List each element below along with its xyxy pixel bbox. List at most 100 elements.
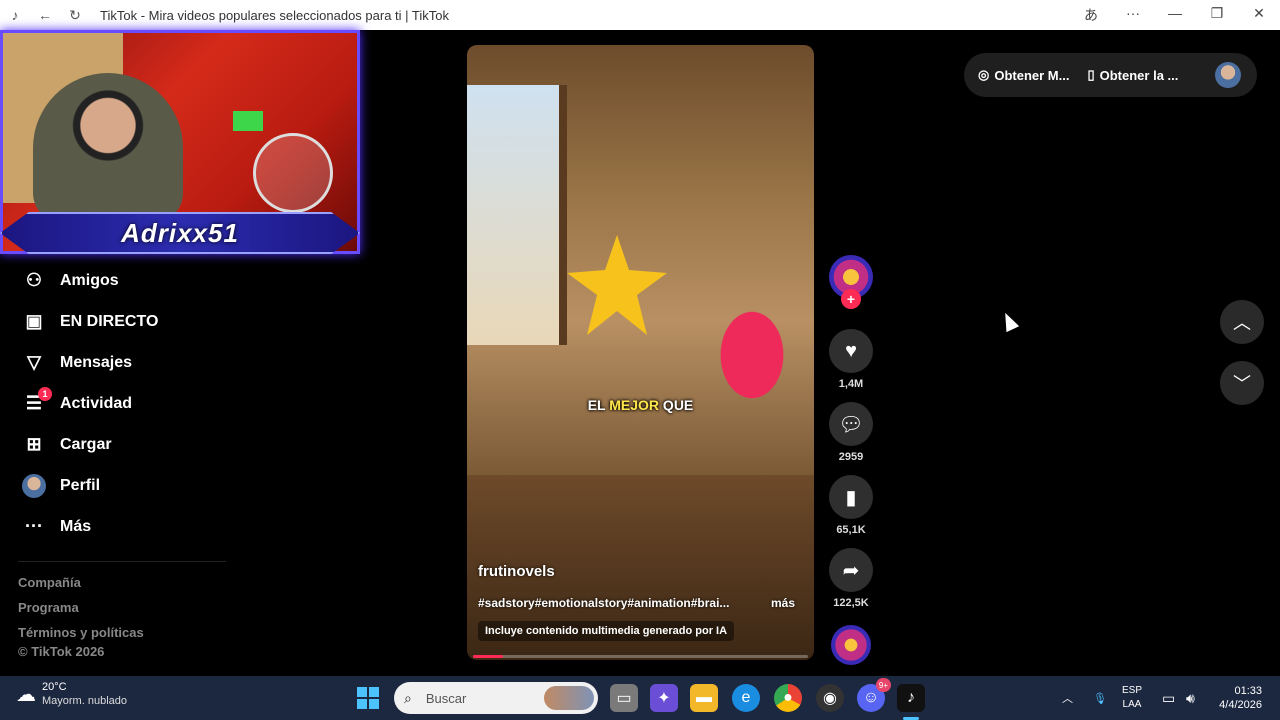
- minimize-button[interactable]: —: [1154, 5, 1196, 25]
- caption-text: EL: [587, 397, 610, 413]
- clock-date: 4/4/2026: [1219, 699, 1262, 711]
- streamer-name-banner: Adrixx51: [0, 212, 360, 254]
- start-button[interactable]: [357, 687, 379, 709]
- footer-link-terms[interactable]: Términos y políticas: [0, 620, 230, 645]
- coin-icon: ◎: [978, 67, 990, 82]
- cloud-icon: ☁: [16, 683, 36, 706]
- get-coins-label: Obtener M...: [994, 67, 1070, 83]
- more-icon: ···: [25, 516, 43, 536]
- edge-icon[interactable]: e: [732, 684, 760, 712]
- sidebar-item-messages[interactable]: ▽ Mensajes: [0, 342, 230, 383]
- comment-button[interactable]: 💬︎: [829, 402, 873, 446]
- search-highlight-image: [544, 686, 594, 710]
- sidebar-item-live[interactable]: ▣ EN DIRECTO: [0, 301, 230, 342]
- video-author[interactable]: frutinovels: [478, 563, 555, 580]
- translate-icon[interactable]: あ: [1070, 5, 1112, 25]
- search-placeholder: Buscar: [425, 690, 467, 706]
- avatar: [22, 473, 46, 498]
- more-button[interactable]: más: [771, 596, 795, 610]
- previous-video-button[interactable]: ︿: [1220, 300, 1264, 344]
- video-player[interactable]: EL MEJOR QUE frutinovels #sadstory#emoti…: [467, 45, 814, 660]
- tiktok-logo-icon: ♪: [11, 7, 19, 23]
- taskbar-clock[interactable]: 01:33 4/4/2026: [1210, 684, 1262, 712]
- get-app-label: Obtener la ...: [1099, 67, 1179, 83]
- caption-text: QUE: [659, 397, 694, 413]
- avatar[interactable]: [1215, 62, 1241, 88]
- footer-link-program[interactable]: Programa: [0, 595, 230, 620]
- sidebar-item-activity[interactable]: ☰ 1 Actividad: [0, 383, 230, 424]
- tray-chevron-icon[interactable]: ︿: [1062, 676, 1073, 720]
- sidebar-item-label: Amigos: [60, 271, 119, 289]
- search-icon: ⌕: [404, 689, 412, 706]
- share-button[interactable]: ➦: [829, 548, 873, 592]
- save-button[interactable]: ▮: [829, 475, 873, 519]
- microphone-icon[interactable]: 🎙︎: [1093, 676, 1107, 720]
- discord-icon[interactable]: ☺ 9+: [857, 678, 891, 712]
- sidebar-item-label: Más: [60, 517, 92, 535]
- sidebar-item-label: Perfil: [60, 476, 101, 494]
- tiktok-app-icon[interactable]: ♪: [897, 684, 925, 712]
- language-indicator[interactable]: ESP LAA: [1122, 684, 1142, 712]
- video-hashtags[interactable]: #sadstory#emotionalstory#animation#brai.…: [478, 596, 768, 610]
- next-video-button[interactable]: ﹀: [1220, 361, 1264, 405]
- sidebar-item-profile[interactable]: Perfil: [0, 465, 230, 506]
- obs-icon[interactable]: ◉: [816, 684, 844, 712]
- taskbar-search[interactable]: ⌕ Buscar: [394, 682, 598, 714]
- windows-taskbar: ☁ 20°C Mayorm. nublado ⌕ Buscar ▭ ✦ ▬ e …: [0, 676, 1280, 720]
- file-explorer-icon[interactable]: ▬: [690, 684, 718, 712]
- friends-icon: ⚇: [25, 270, 43, 290]
- chevron-down-icon: ﹀: [1233, 374, 1251, 394]
- video-progress-bar[interactable]: [473, 655, 808, 658]
- comment-icon: 💬︎: [838, 413, 864, 436]
- footer-link-company[interactable]: Compañía: [0, 570, 230, 595]
- clock-time: 01:33: [1234, 685, 1262, 697]
- close-button[interactable]: ✕: [1238, 5, 1280, 25]
- sidebar-item-label: Cargar: [60, 435, 112, 453]
- share-count: 122,5K: [833, 597, 869, 609]
- upload-icon: ⊞: [26, 434, 42, 454]
- lang-layout: LAA: [1122, 699, 1142, 710]
- save-count: 65,1K: [836, 524, 866, 536]
- sidebar-item-label: EN DIRECTO: [60, 312, 159, 330]
- sidebar-item-upload[interactable]: ⊞ Cargar: [0, 424, 230, 465]
- discord-badge: 9+: [875, 678, 891, 692]
- menu-dots-icon[interactable]: ···: [1112, 5, 1154, 25]
- reload-icon[interactable]: ↻: [60, 0, 90, 30]
- get-app-button[interactable]: ▯ Obtener la ...: [1087, 67, 1178, 83]
- get-coins-button[interactable]: ◎ Obtener M...: [978, 67, 1069, 83]
- webcam-light: [233, 111, 263, 131]
- footer-copyright: © TikTok 2026: [18, 645, 105, 659]
- like-count: 1,4M: [838, 378, 864, 390]
- messages-icon: ▽: [27, 352, 41, 372]
- phone-icon: ▯: [1087, 67, 1095, 82]
- video-scene-dragonfruit-character: [712, 300, 792, 410]
- music-disc-icon[interactable]: [831, 625, 871, 665]
- sidebar: Siguiendo ⚇ Amigos ▣ EN DIRECTO ▽ Mensaj…: [0, 240, 230, 659]
- ai-content-label: Incluye contenido multimedia generado po…: [478, 621, 735, 641]
- heart-icon: ♥: [845, 339, 857, 362]
- task-view-icon[interactable]: ▭: [610, 684, 638, 712]
- activity-badge: 1: [38, 387, 52, 401]
- video-progress-fill: [473, 655, 504, 658]
- like-button[interactable]: ♥: [829, 329, 873, 373]
- chrome-icon[interactable]: ●: [774, 684, 802, 712]
- weather-desc: Mayorm. nublado: [42, 695, 127, 707]
- follow-plus-icon[interactable]: +: [841, 289, 861, 309]
- video-caption: EL MEJOR QUE: [467, 397, 814, 413]
- comment-count: 2959: [838, 451, 864, 463]
- action-rail: + ♥ 1,4M 💬︎ 2959 ▮ 65,1K ➦ 122,5K: [828, 255, 874, 665]
- back-icon[interactable]: ←: [30, 0, 60, 30]
- bookmark-icon: ▮: [845, 486, 857, 509]
- sidebar-item-friends[interactable]: ⚇ Amigos: [0, 260, 230, 301]
- video-scene-star-character: [567, 235, 667, 335]
- top-right-actions: ◎ Obtener M... ▯ Obtener la ...: [964, 53, 1257, 97]
- network-icon[interactable]: ▭: [1162, 676, 1175, 720]
- game-icon[interactable]: ✦: [650, 684, 678, 712]
- weather-widget[interactable]: ☁ 20°C Mayorm. nublado: [16, 680, 127, 708]
- sidebar-item-more[interactable]: ··· Más: [0, 506, 230, 547]
- creator-avatar[interactable]: +: [829, 255, 873, 309]
- volume-icon[interactable]: 🔊︎: [1186, 676, 1195, 720]
- webcam-fan: [253, 133, 333, 213]
- maximize-button[interactable]: ❐: [1196, 5, 1238, 25]
- chevron-up-icon: ︿: [1233, 313, 1251, 333]
